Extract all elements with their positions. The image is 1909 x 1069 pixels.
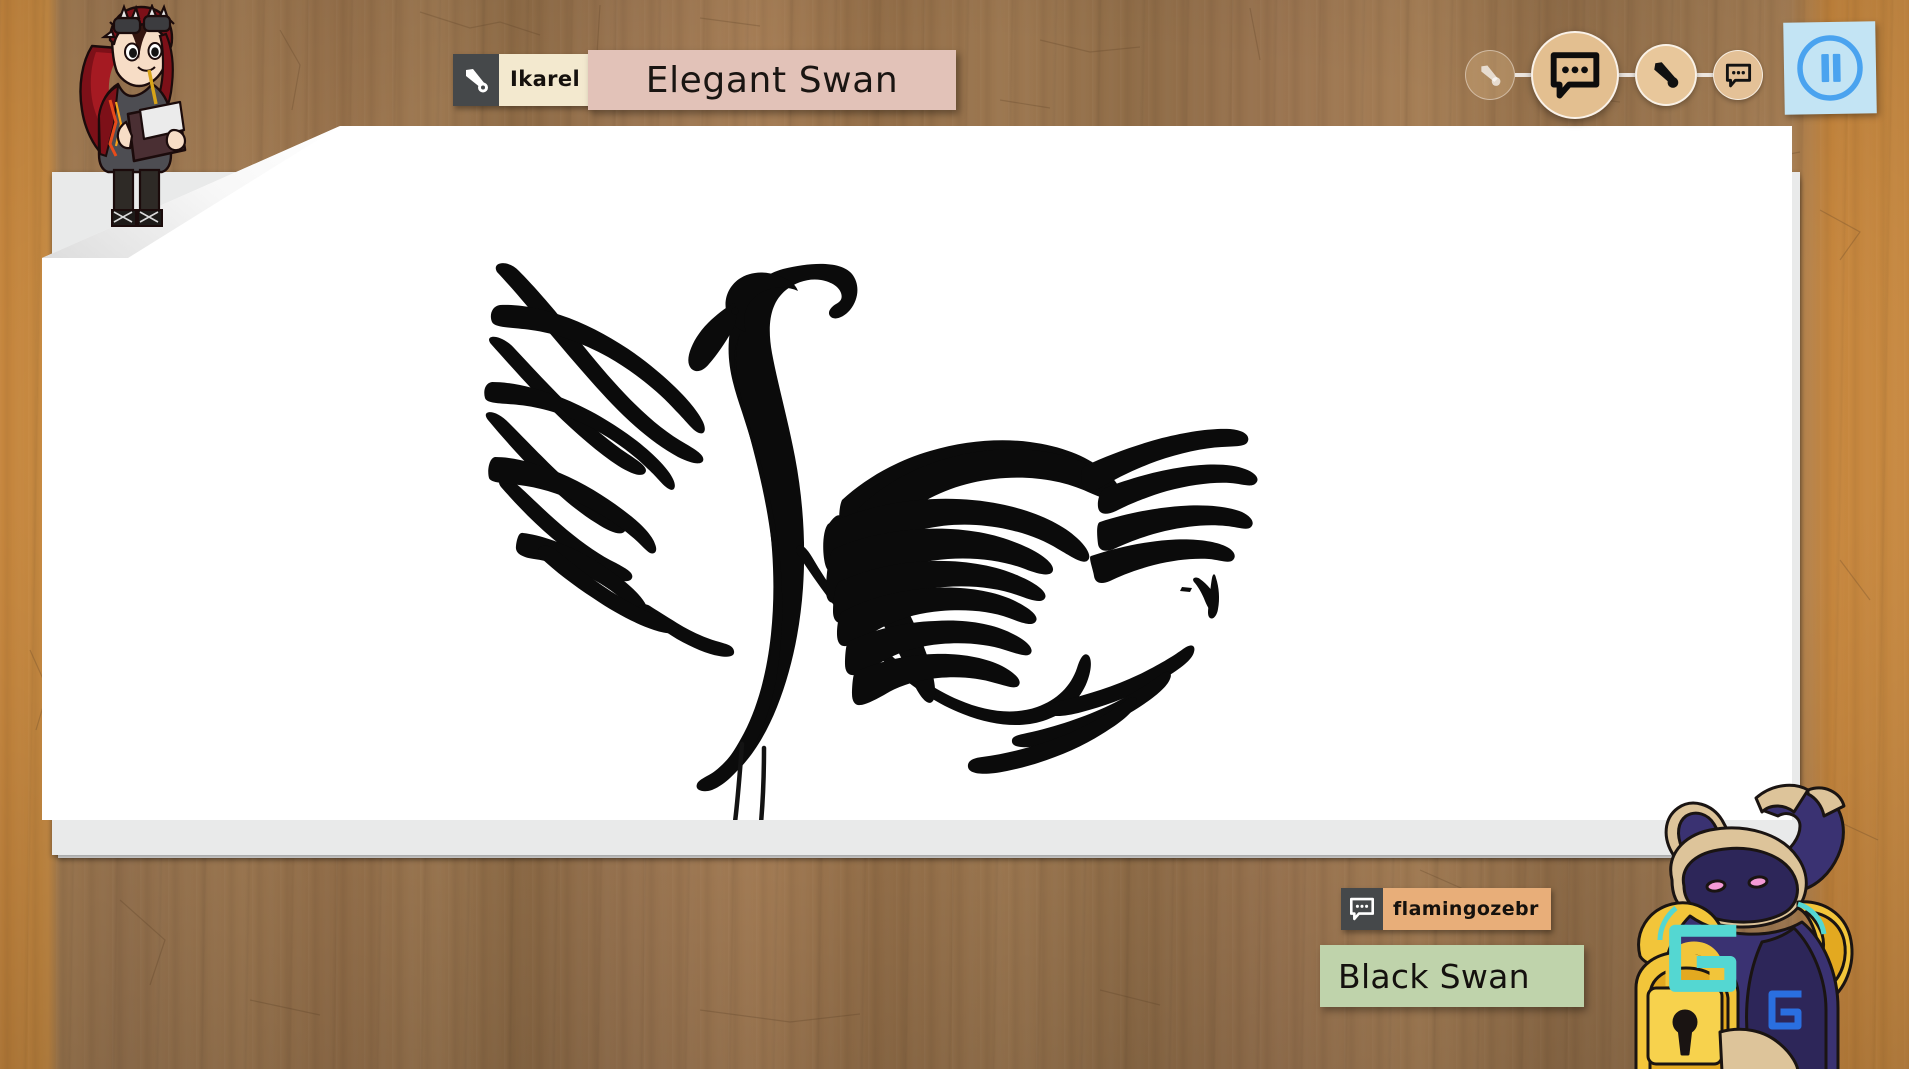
guesser-avatar [1634,783,1854,1069]
guesser-name-tag: flamingozebr [1341,888,1551,930]
turn-link-2 [1619,73,1635,77]
pause-icon [1797,35,1863,101]
paintbrush-icon [453,54,499,106]
turn-link-3 [1697,73,1713,77]
paintbrush-icon [1481,65,1501,86]
turn-node-3-next[interactable] [1635,44,1697,106]
chat-bubble-icon [1550,52,1600,99]
guess-bubble: Black Swan [1320,945,1584,1007]
turn-node-1-done[interactable] [1465,50,1515,100]
turn-node-4-future[interactable] [1713,50,1763,100]
game-screen: Ikarel Elegant Swan Black Swan flamingoz… [0,0,1909,1069]
turn-node-2-active[interactable] [1531,31,1619,119]
chat-bubble-icon [1341,888,1383,930]
drawer-avatar [79,4,187,227]
paintbrush-icon [1654,62,1679,88]
drawing-canvas[interactable] [42,126,1792,820]
turn-progress-track [1465,28,1763,122]
chat-bubble-icon [1725,63,1751,87]
drawer-name-label: Ikarel [499,54,594,106]
prompt-word: Elegant Swan [645,59,899,101]
swan-drawing [484,263,1258,820]
pause-button[interactable] [1783,21,1877,115]
guess-text: Black Swan [1338,956,1530,996]
turn-link-1 [1515,73,1531,77]
prompt-word-box: Elegant Swan [588,50,956,110]
drawer-name-tag: Ikarel [453,54,594,106]
guesser-name-label: flamingozebr [1383,888,1551,930]
